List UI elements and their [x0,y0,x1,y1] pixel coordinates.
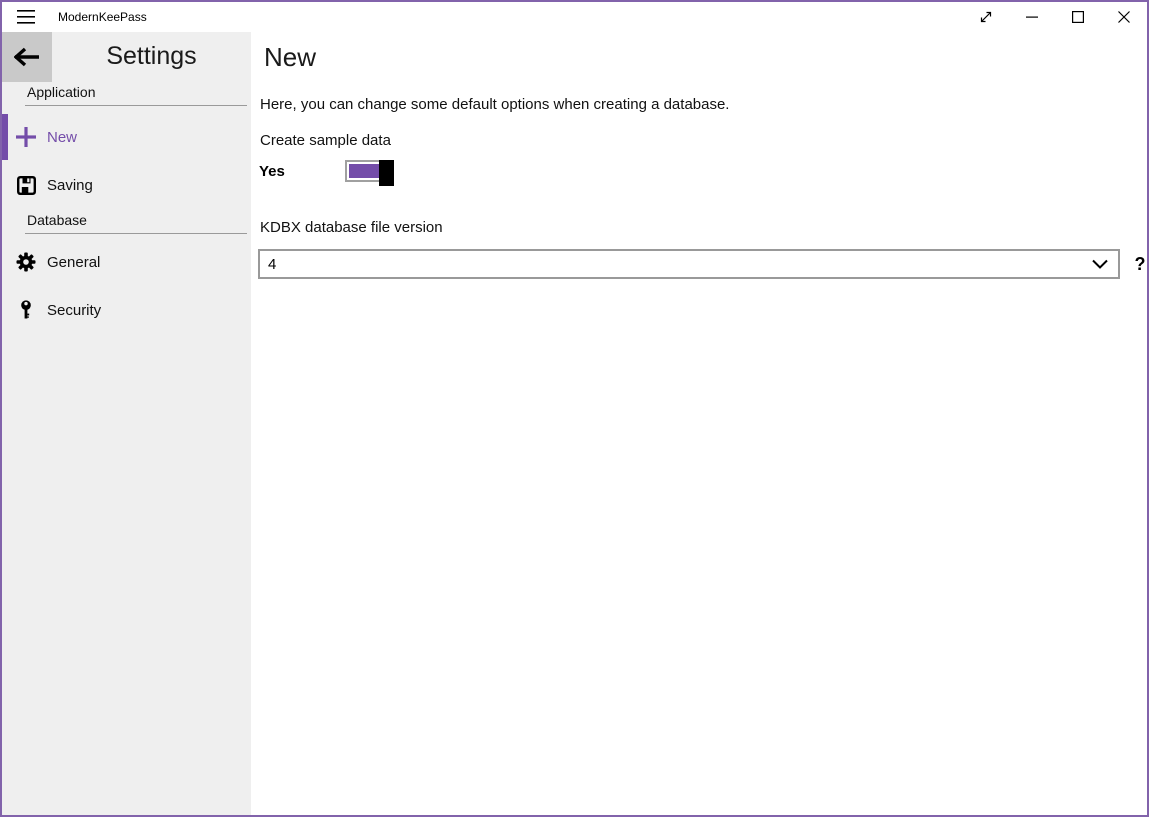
selection-indicator [2,239,8,285]
key-icon [16,300,36,320]
question-mark-icon: ? [1135,254,1146,275]
fullscreen-button[interactable] [963,2,1009,32]
create-sample-data-toggle[interactable] [345,160,387,182]
settings-sidebar: Settings Application New Saving Database [2,32,251,815]
minimize-icon [1026,11,1038,23]
section-header-database: Database [25,210,247,234]
window-controls [963,2,1147,32]
toggle-knob[interactable] [379,160,394,186]
back-button[interactable] [2,32,52,82]
close-icon [1118,11,1130,23]
sidebar-item-general[interactable]: General [2,239,251,285]
dropdown-selected-value: 4 [268,256,1092,273]
chevron-down-icon [1092,259,1108,269]
kdbx-version-label: KDBX database file version [260,219,443,236]
page-description: Here, you can change some default option… [260,96,729,113]
settings-page-new: New Here, you can change some default op… [251,32,1147,815]
sidebar-item-new[interactable]: New [2,114,251,160]
kdbx-version-dropdown[interactable]: 4 [258,249,1120,279]
create-sample-data-label: Create sample data [260,132,391,149]
minimize-button[interactable] [1009,2,1055,32]
fullscreen-icon [979,10,993,24]
save-icon [16,175,36,195]
titlebar: ModernKeePass [2,2,1147,32]
sidebar-item-security[interactable]: Security [2,287,251,333]
selection-indicator [2,287,8,333]
plus-icon [16,127,36,147]
close-button[interactable] [1101,2,1147,32]
section-header-application: Application [25,82,247,106]
gear-icon [16,252,36,272]
sidebar-item-label: Saving [47,177,93,194]
sidebar-item-label: Security [47,302,101,319]
hamburger-icon [17,10,35,24]
maximize-icon [1072,11,1084,23]
selection-indicator [2,114,8,160]
selection-indicator [2,162,8,208]
modernkeepass-window: { "titlebar": { "app_title": "ModernKeeP… [0,0,1149,817]
window-title: ModernKeePass [58,2,147,32]
page-title: New [264,42,316,73]
maximize-button[interactable] [1055,2,1101,32]
toggle-state-label: Yes [259,163,285,180]
help-button[interactable]: ? [1129,251,1149,277]
sidebar-item-saving[interactable]: Saving [2,162,251,208]
toggle-track-fill [349,164,383,178]
sidebar-title: Settings [52,42,251,71]
sidebar-item-label: General [47,254,100,271]
back-arrow-icon [14,47,40,67]
sidebar-item-label: New [47,129,77,146]
hamburger-menu-button[interactable] [8,2,44,32]
